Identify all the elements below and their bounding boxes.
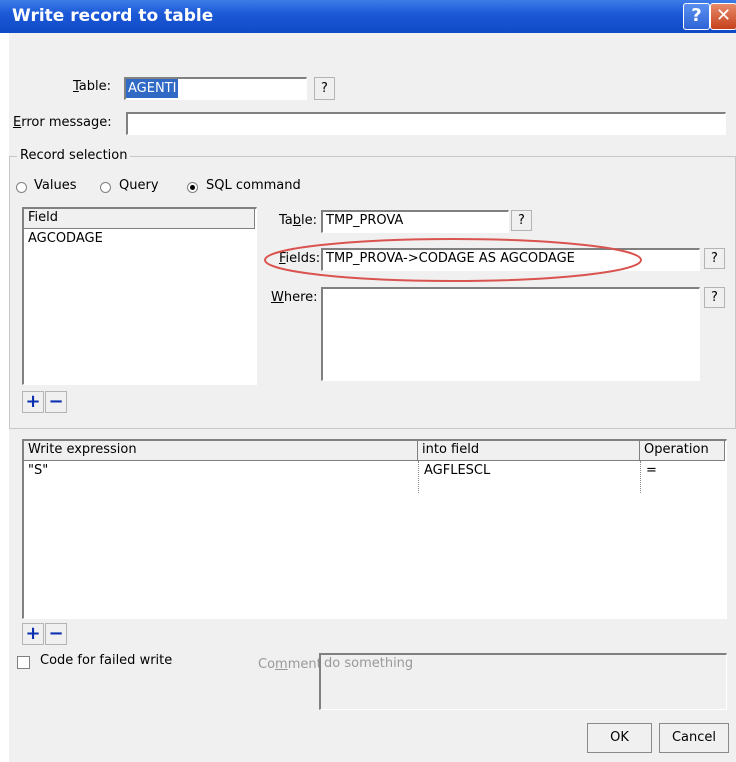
radio-query[interactable] [100, 182, 111, 193]
radio-query-label: Query [119, 178, 159, 193]
error-message-input[interactable] [126, 112, 726, 135]
row-operation: = [646, 463, 657, 478]
error-message-label: Error message: [13, 115, 112, 130]
radio-values-label: Values [34, 178, 77, 193]
remove-expression-button[interactable]: − [45, 623, 67, 645]
field-list-header[interactable]: Field [24, 209, 255, 229]
table-help-button[interactable]: ? [314, 77, 335, 100]
sql-where-help-button[interactable]: ? [704, 287, 725, 308]
comment-label: Comment: [258, 657, 327, 672]
ok-button[interactable]: OK [587, 723, 652, 753]
write-expression-table[interactable]: Write expression into field Operation "S… [22, 439, 727, 619]
close-button[interactable]: ✕ [710, 3, 736, 30]
remove-field-button[interactable]: − [45, 391, 67, 413]
title-bar[interactable]: Write record to table ? ✕ [0, 0, 736, 33]
code-failed-label: Code for failed write [40, 653, 173, 668]
add-field-button[interactable]: + [22, 391, 44, 413]
radio-sql-command-label: SQL command [206, 178, 301, 193]
dialog-window: Write record to table ? ✕ Table: AGENTI … [0, 0, 736, 762]
comment-input[interactable]: do something [319, 653, 727, 710]
row-expression: "S" [28, 463, 49, 478]
sql-where-input[interactable] [321, 287, 700, 381]
add-expression-button[interactable]: + [22, 623, 44, 645]
column-divider [418, 461, 419, 493]
list-item[interactable]: AGCODAGE [24, 231, 107, 246]
sql-fields-help-button[interactable]: ? [704, 248, 725, 269]
row-into-field: AGFLESCL [424, 463, 491, 478]
field-list[interactable]: Field AGCODAGE [22, 207, 257, 385]
code-failed-checkbox[interactable] [17, 656, 30, 669]
sql-table-label: Table: [279, 213, 318, 228]
cancel-button[interactable]: Cancel [659, 723, 729, 753]
annotation-ellipse [264, 238, 642, 282]
column-divider [640, 461, 641, 493]
window-title: Write record to table [12, 6, 214, 26]
radio-sql-command[interactable] [187, 182, 198, 193]
table-label: Table: [73, 79, 112, 94]
table-input[interactable]: AGENTI [124, 77, 307, 100]
column-header-write-expression[interactable]: Write expression [24, 441, 418, 461]
column-header-into-field[interactable]: into field [418, 441, 640, 461]
dialog-body: Table: AGENTI ? Error message: Record se… [9, 33, 736, 762]
sql-table-input[interactable]: TMP_PROVA [321, 210, 509, 233]
close-icon: ✕ [715, 5, 732, 26]
column-header-operation[interactable]: Operation [640, 441, 725, 461]
sql-where-label: Where: [271, 290, 318, 305]
radio-values[interactable] [16, 182, 27, 193]
sql-table-help-button[interactable]: ? [511, 210, 532, 231]
record-selection-title: Record selection [17, 148, 131, 163]
help-title-button[interactable]: ? [683, 3, 710, 30]
